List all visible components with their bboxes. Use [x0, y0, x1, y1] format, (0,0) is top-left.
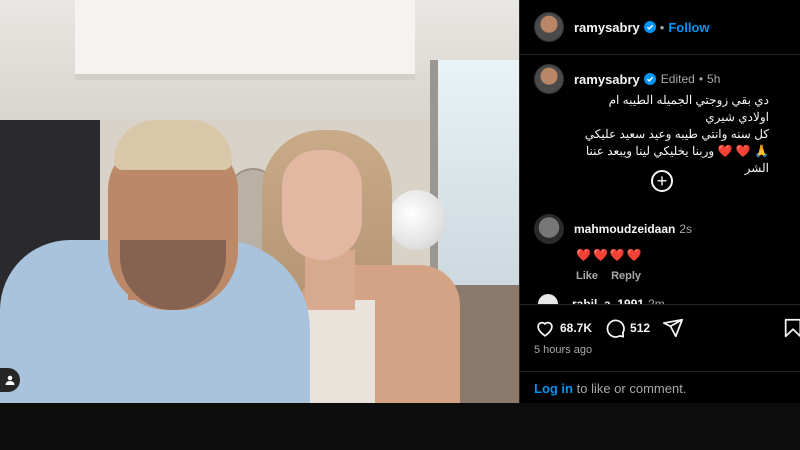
comment-like-button[interactable]: Like: [576, 270, 598, 282]
comment-icon: [606, 319, 625, 338]
separator-dot: •: [698, 72, 704, 86]
man-hair: [114, 120, 232, 170]
comment-username[interactable]: rabil_a_1991: [572, 297, 644, 304]
separator-dot: •: [659, 19, 665, 35]
user-icon: [5, 375, 15, 385]
like-button[interactable]: 68.7K: [534, 317, 592, 339]
photo-ceiling-panel: [75, 0, 415, 80]
photo-flowers: [388, 190, 446, 250]
plus-icon: +: [656, 171, 668, 191]
comment-avatar[interactable]: [534, 214, 564, 244]
caption-line: اولادي شيري: [705, 110, 769, 124]
photo-sofa: [455, 285, 519, 403]
verified-badge-icon: [643, 21, 656, 33]
caption-line: كل سنه وانتي طيبه وعيد سعيد عليكي: [584, 127, 769, 141]
woman-top: [305, 300, 375, 403]
action-icons: 68.7K 512: [534, 317, 696, 339]
share-button[interactable]: [662, 317, 684, 339]
post-username[interactable]: ramysabry: [574, 20, 640, 35]
comment-time[interactable]: 2m: [648, 297, 665, 304]
bookmark-icon[interactable]: [782, 317, 800, 339]
comment-text: ❤️❤️❤️❤️: [576, 248, 644, 262]
caption-line: 🙏 ❤️ ❤️ وربنا يخليكي لينا ويبعد عننا الش…: [585, 144, 769, 175]
comment-username[interactable]: mahmoudzeidaan: [574, 222, 675, 236]
comment: mahmoudzeidaan 2s ❤️❤️❤️❤️ Like Reply: [534, 214, 794, 282]
likes-count[interactable]: 68.7K: [560, 321, 592, 335]
woman-face: [282, 150, 362, 260]
caption-text: دي بقي زوجتي الجميله الطيبه ام اولادي شي…: [574, 92, 769, 177]
comment: rabil_a_1991 2m: [534, 294, 794, 304]
heart-icon: [537, 321, 553, 337]
post-caption: ramysabry Edited • 5h دي بقي زوجتي الجمي…: [534, 64, 799, 177]
login-prompt: Log in to like or comment.: [520, 371, 800, 404]
share-icon: [663, 318, 684, 338]
comment-reply-button[interactable]: Reply: [611, 270, 641, 282]
comment-button[interactable]: 512: [604, 317, 650, 339]
login-link[interactable]: Log in: [534, 381, 573, 396]
post-time[interactable]: 5h: [707, 72, 720, 86]
post-sidebar: ramysabry • Follow ramysabry Edited • 5h…: [519, 0, 800, 403]
post-photo[interactable]: [0, 0, 519, 403]
comment-time[interactable]: 2s: [679, 222, 692, 236]
avatar[interactable]: [534, 12, 564, 42]
caption-avatar[interactable]: [534, 64, 564, 94]
post-header: ramysabry • Follow: [520, 0, 800, 55]
login-text: to like or comment.: [573, 381, 687, 396]
comments-count: 512: [630, 321, 651, 335]
follow-button[interactable]: Follow: [668, 20, 709, 35]
post-date[interactable]: 5 hours ago: [534, 344, 592, 356]
comment-avatar[interactable]: [538, 294, 558, 304]
edited-label: Edited: [660, 72, 695, 86]
action-bar: 68.7K 512 5 hours ago Log in to like or …: [520, 304, 800, 403]
post-modal: ramysabry • Follow ramysabry Edited • 5h…: [0, 0, 800, 450]
caption-line: دي بقي زوجتي الجميله الطيبه ام: [608, 93, 769, 107]
comment-actions: Like Reply: [576, 270, 794, 282]
caption-username[interactable]: ramysabry: [574, 72, 640, 87]
verified-badge-icon: [643, 73, 656, 85]
load-more-comments-button[interactable]: +: [651, 170, 673, 192]
